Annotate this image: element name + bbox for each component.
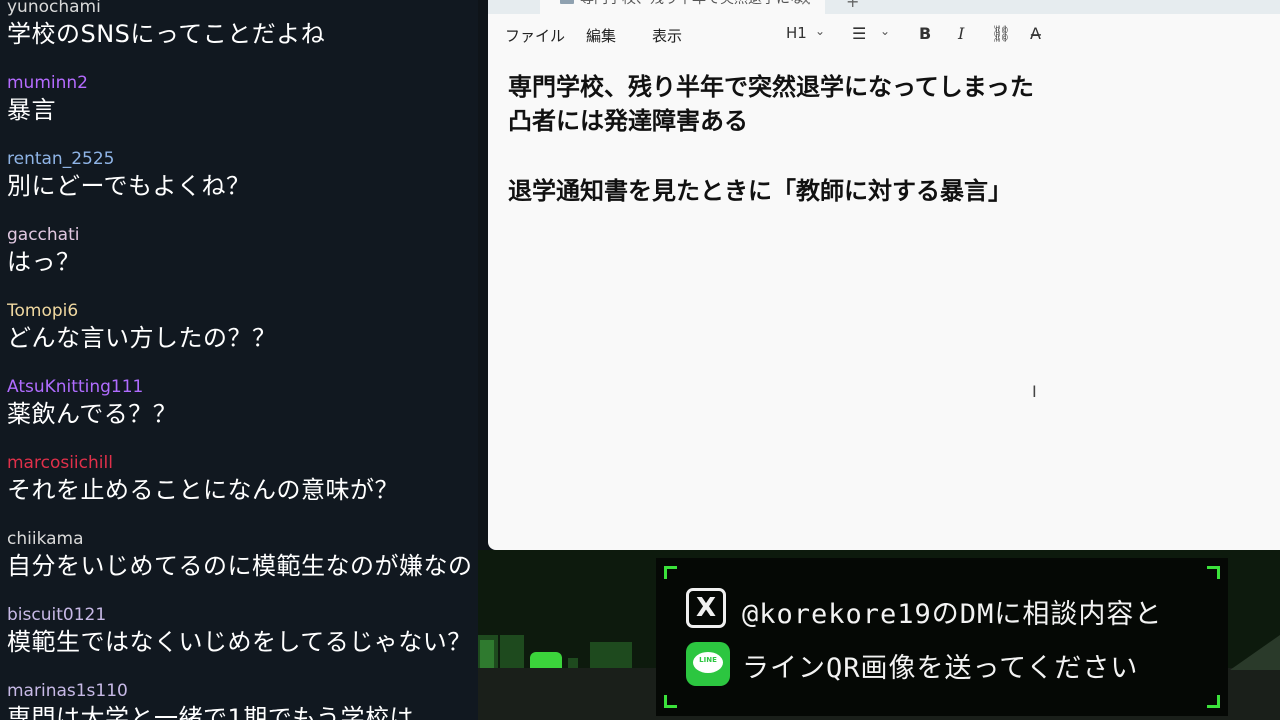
chat-username[interactable]: gacchati (7, 225, 477, 245)
pixel-slope (1230, 635, 1280, 670)
menu-view[interactable]: 表示 (652, 25, 682, 46)
tab-strip: 専門学校、残り半年で突然退学になってし × + (488, 0, 1280, 14)
editor-line: 退学通知書を見たときに「教師に対する暴言」 (508, 177, 1012, 205)
tab-title: 専門学校、残り半年で突然退学になってし (580, 0, 810, 8)
italic-button[interactable]: I (958, 24, 964, 43)
chat-text: 専門は大学と一緒で1期でもう学校は (7, 704, 415, 720)
chat-message: rentan_2525 別にどーでもよくね？ (7, 149, 477, 201)
clear-formatting-icon[interactable]: A̶ (1030, 24, 1041, 43)
pixel-slime (530, 652, 562, 668)
chat-message: AtsuKnitting111 薬飲んでる？？ (7, 377, 477, 429)
contact-overlay: X @korekore19のDMに相談内容と LINE ラインQR画像を送ってく… (656, 558, 1228, 716)
tab-document[interactable]: 専門学校、残り半年で突然退学になってし (540, 0, 825, 14)
heading-button[interactable]: H1 (786, 24, 807, 42)
chat-panel: yunochami 学校のSNSにってことだよね muminn2 暴言 rent… (0, 0, 478, 720)
notepad-window: 専門学校、残り半年で突然退学になってし × + ファイル 編集 表示 H1 ⌄ … (488, 0, 1280, 550)
new-tab-icon[interactable]: + (846, 0, 859, 11)
chat-text: どんな言い方したの？？ (7, 324, 277, 352)
chat-text: 暴言 (7, 96, 56, 124)
chat-username[interactable]: biscuit0121 (7, 605, 477, 625)
chat-message: marcosiichill それを止めることになんの意味が？ (7, 453, 477, 505)
chat-message: Tomopi6 どんな言い方したの？？ (7, 301, 477, 353)
editor-line: 凸者には発達障害ある (508, 107, 748, 135)
chat-username[interactable]: yunochami (7, 0, 477, 17)
line-contact-text: ラインQR画像を送ってください (742, 653, 1139, 684)
close-tab-icon[interactable]: × (800, 0, 812, 9)
chat-text: 自分をいじめてるのに模範生なのが嫌なの (7, 552, 473, 580)
chat-username[interactable]: rentan_2525 (7, 149, 477, 169)
frame-corner (1207, 566, 1220, 579)
chat-username[interactable]: chiikama (7, 529, 477, 549)
chat-message: chiikama 自分をいじめてるのに模範生なのが嫌なの (7, 529, 477, 581)
chat-message: yunochami 学校のSNSにってことだよね (7, 0, 477, 49)
chat-username[interactable]: muminn2 (7, 73, 477, 93)
text-cursor-icon: I (1032, 382, 1037, 401)
frame-corner (664, 566, 677, 579)
chat-message: biscuit0121 模範生ではなくいじめをしてるじゃない？ (7, 605, 477, 657)
chat-text: 模範生ではなくいじめをしてるじゃない？ (7, 628, 472, 656)
menu-edit[interactable]: 編集 (586, 25, 616, 46)
link-icon[interactable]: ⛓ (991, 24, 1011, 43)
chat-username[interactable]: marcosiichill (7, 453, 477, 473)
chat-username[interactable]: marinas1s110 (7, 681, 477, 701)
list-chevron-down-icon[interactable]: ⌄ (880, 24, 890, 38)
heading-chevron-down-icon[interactable]: ⌄ (815, 24, 825, 38)
chat-message: muminn2 暴言 (7, 73, 477, 125)
game-scene: X @korekore19のDMに相談内容と LINE ラインQR画像を送ってく… (478, 550, 1280, 720)
list-icon[interactable]: ☰ (852, 24, 866, 43)
chat-text: 学校のSNSにってことだよね (7, 20, 326, 48)
pixel-pillar (500, 635, 524, 668)
line-bubble: LINE (693, 652, 723, 673)
line-logo-icon: LINE (686, 642, 730, 686)
chat-username[interactable]: Tomopi6 (7, 301, 477, 321)
x-logo-icon: X (686, 588, 726, 628)
line-logo-text: LINE (699, 656, 717, 664)
bold-button[interactable]: B (919, 24, 931, 43)
document-icon (560, 0, 574, 4)
frame-corner (664, 695, 677, 708)
chat-username[interactable]: AtsuKnitting111 (7, 377, 477, 397)
editor-line: 専門学校、残り半年で突然退学になってしまった (508, 73, 1034, 101)
chat-text: 別にどーでもよくね？ (7, 172, 251, 200)
frame-corner (1207, 695, 1220, 708)
menu-bar: ファイル 編集 表示 H1 ⌄ ☰ ⌄ B I ⛓ A̶ (488, 20, 1280, 50)
pixel-creature (590, 642, 632, 668)
chat-text: それを止めることになんの意味が？ (7, 476, 399, 504)
pixel-block (568, 658, 578, 668)
editor-text-area[interactable]: 専門学校、残り半年で突然退学になってしまった 凸者には発達障害ある 退学通知書を… (508, 70, 1248, 208)
chat-text: 薬飲んでる？？ (7, 400, 178, 428)
menu-file[interactable]: ファイル (505, 25, 565, 46)
x-contact-text: @korekore19のDMに相談内容と (742, 599, 1163, 630)
chat-message: gacchati はっ？ (7, 225, 477, 277)
chat-text: はっ？ (7, 248, 81, 276)
chat-message: marinas1s110 専門は大学と一緒で1期でもう学校は (7, 681, 477, 720)
pixel-tree (480, 640, 494, 668)
